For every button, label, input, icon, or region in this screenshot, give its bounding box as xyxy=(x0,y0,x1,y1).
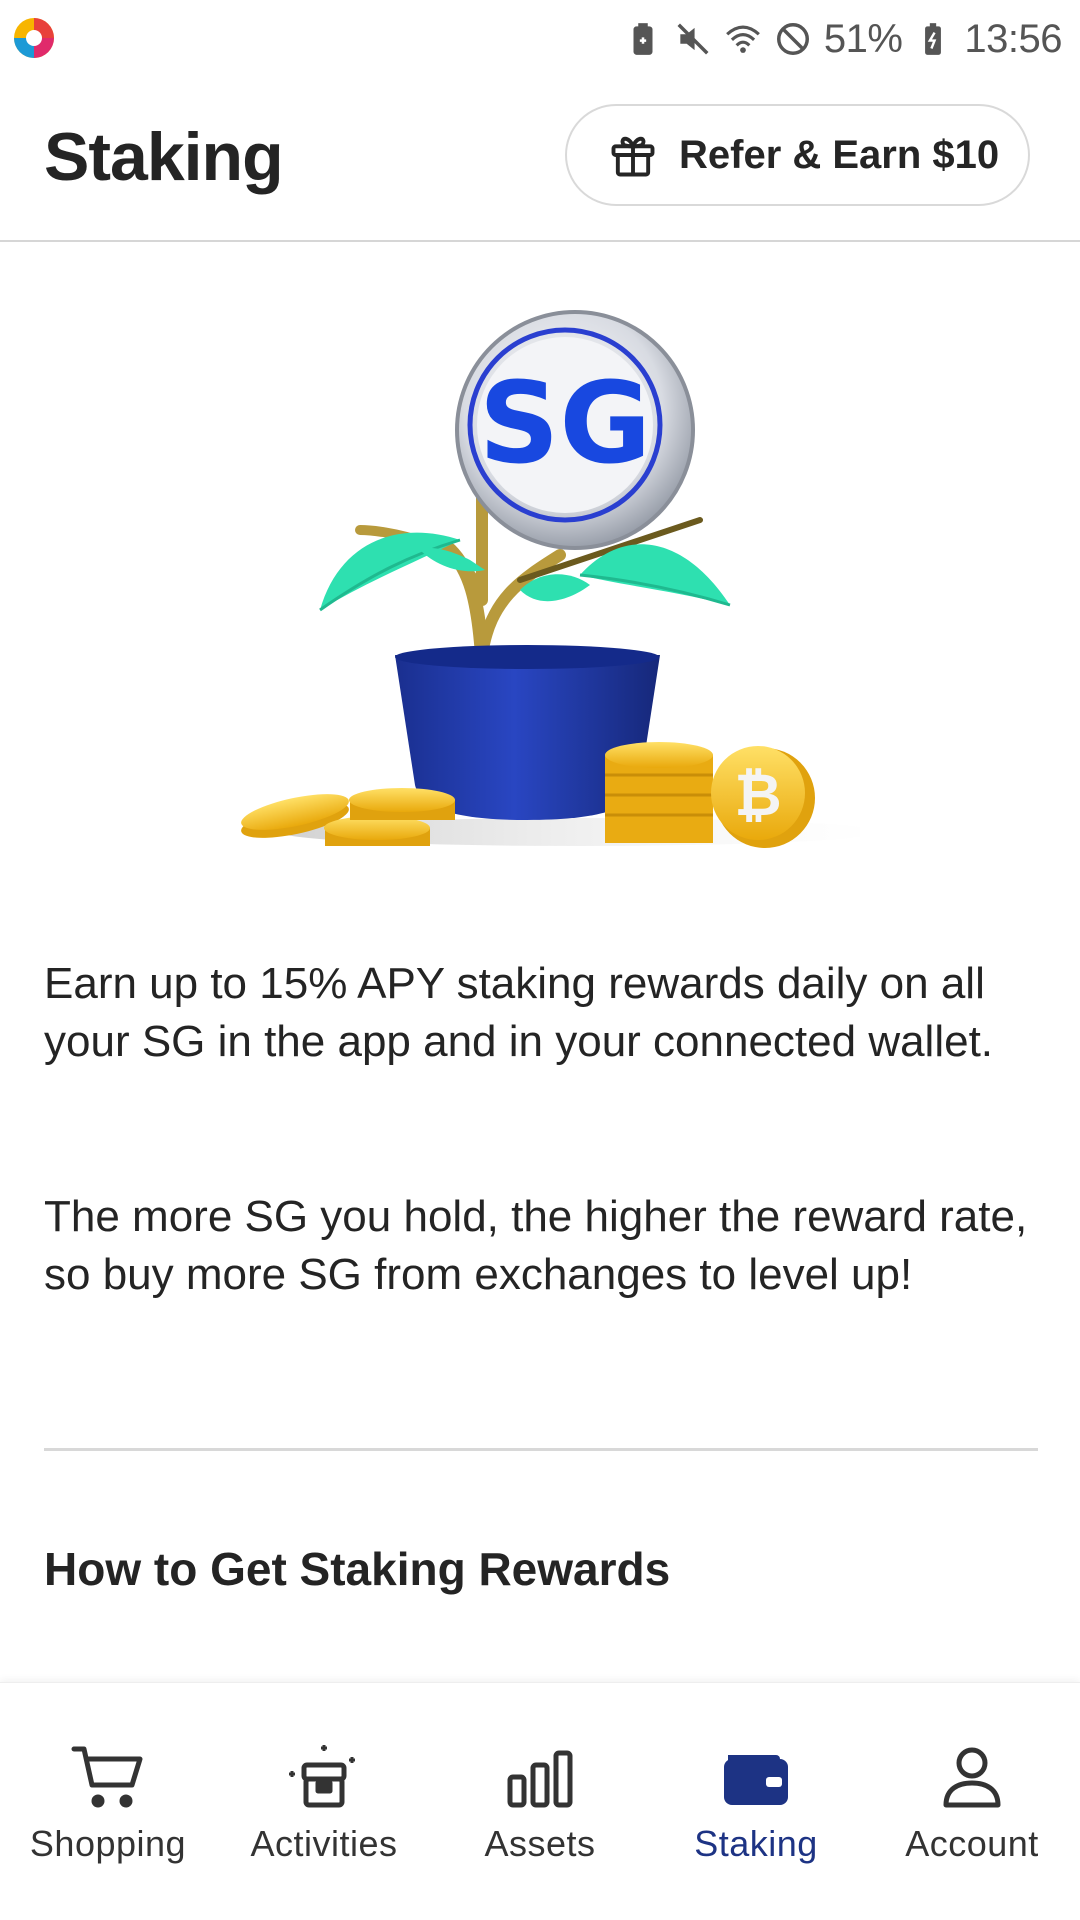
bar-chart-icon xyxy=(507,1750,573,1808)
app-logo-icon xyxy=(14,18,54,58)
staking-description: Earn up to 15% APY staking rewards daily… xyxy=(44,959,994,1066)
clock: 13:56 xyxy=(964,16,1062,61)
section-title: How to Get Staking Rewards xyxy=(44,1543,671,1595)
sg-coin-mark: SG xyxy=(479,359,652,489)
plant-pot-with-coins-illustration: SG ₿ xyxy=(241,310,860,848)
cart-icon xyxy=(71,1746,143,1808)
battery-charging-icon xyxy=(925,23,942,55)
nav-item-staking[interactable]: Staking xyxy=(648,1683,864,1920)
nav-label-account: Account xyxy=(905,1823,1039,1864)
nav-label-activities: Activities xyxy=(250,1823,398,1864)
gift-box-icon xyxy=(289,1745,355,1808)
wifi-icon xyxy=(725,25,760,53)
nav-item-shopping[interactable]: Shopping xyxy=(0,1683,216,1920)
bottom-navigation: Shopping Activities Assets Staking Accou… xyxy=(0,1682,1080,1920)
status-bar: 51% 13:56 xyxy=(0,0,1080,76)
refer-earn-button[interactable]: Refer & Earn $10 xyxy=(565,104,1030,206)
page-title: Staking xyxy=(44,119,284,195)
battery-saver-icon xyxy=(633,23,653,55)
status-icons: 51% 13:56 xyxy=(624,14,1062,64)
mute-icon xyxy=(677,23,709,55)
person-icon xyxy=(943,1747,1001,1808)
refer-earn-label: Refer & Earn $10 xyxy=(679,132,1000,177)
staking-reward-tiers-text: The more SG you hold, the higher the rew… xyxy=(44,1192,1028,1299)
app-header: Staking Refer & Earn $10 xyxy=(0,76,1080,242)
battery-percent: 51% xyxy=(823,16,903,61)
wallet-icon xyxy=(724,1755,788,1805)
nav-item-activities[interactable]: Activities xyxy=(216,1683,432,1920)
bitcoin-symbol: ₿ xyxy=(734,761,781,829)
nav-item-assets[interactable]: Assets xyxy=(432,1683,648,1920)
nav-label-assets: Assets xyxy=(484,1823,596,1864)
gift-icon xyxy=(611,136,655,177)
section-divider xyxy=(44,1448,1038,1451)
nav-item-account[interactable]: Account xyxy=(864,1683,1080,1920)
do-not-disturb-icon xyxy=(776,23,809,55)
nav-label-staking: Staking xyxy=(694,1823,818,1864)
nav-label-shopping: Shopping xyxy=(29,1823,187,1864)
